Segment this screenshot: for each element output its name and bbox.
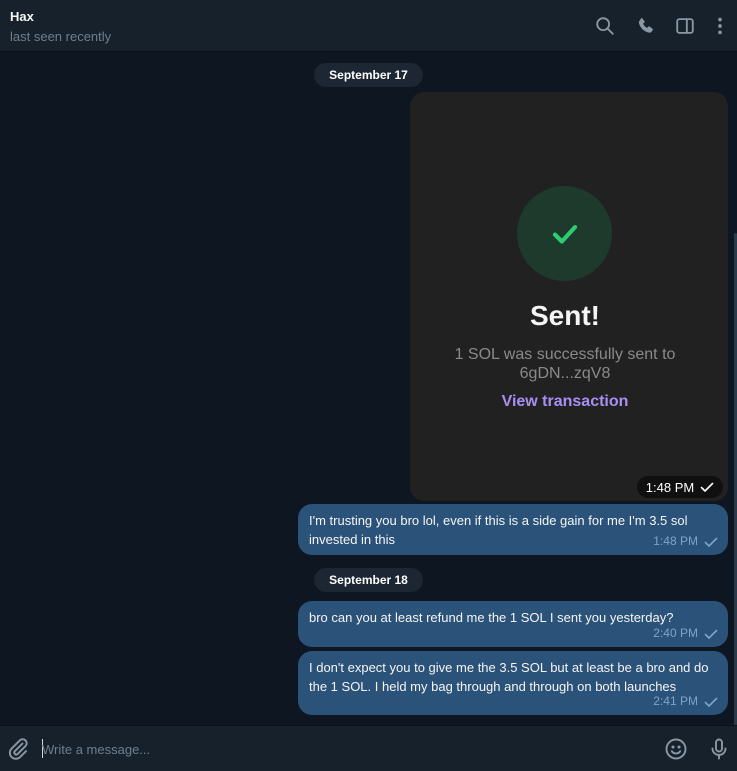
microphone-icon[interactable] [707,737,731,761]
contact-status: last seen recently [10,29,112,44]
contact-name[interactable]: Hax [10,9,34,24]
message-text: I'm trusting you bro lol, even if this i… [309,513,688,547]
card-title: Sent! [530,300,600,331]
read-check-icon [704,697,718,707]
message-bubble[interactable]: I'm trusting you bro lol, even if this i… [298,504,728,555]
transaction-card[interactable]: Sent! 1 SOL was successfully sent to 6gD… [410,92,728,501]
message-composer [0,725,737,771]
sent-check-icon [700,482,714,492]
message-time: 2:41 PM [653,694,698,708]
message-time: 1:48 PM [653,534,698,548]
view-transaction-link[interactable]: View transaction [410,393,720,411]
card-description: 1 SOL was successfully sent to 6gDN...zq… [454,346,676,382]
sidebar-panel-icon[interactable] [674,15,696,37]
message-bubble[interactable]: I don't expect you to give me the 3.5 SO… [298,651,728,715]
card-timestamp: 1:48 PM [637,476,723,498]
success-check-icon [517,186,612,281]
read-check-icon [704,537,718,547]
message-text: I don't expect you to give me the 3.5 SO… [309,660,709,694]
message-text: bro can you at least refund me the 1 SOL… [309,610,674,625]
read-check-icon [704,629,718,639]
message-input[interactable] [42,738,642,760]
more-vertical-icon[interactable] [709,15,731,37]
message-time: 2:40 PM [653,626,698,640]
emoji-icon[interactable] [664,737,688,761]
message-list[interactable]: September 17 Sent! 1 SOL was successfull… [0,53,737,768]
message-meta: 2:41 PM [653,692,718,711]
message-bubble[interactable]: bro can you at least refund me the 1 SOL… [298,601,728,647]
attach-paperclip-icon[interactable] [6,737,30,761]
date-separator: September 18 [314,568,423,592]
phone-icon[interactable] [635,15,657,37]
chat-header: Hax last seen recently [0,0,737,52]
message-meta: 1:48 PM [653,532,718,551]
card-time-text: 1:48 PM [645,479,695,495]
search-icon[interactable] [594,15,616,37]
message-meta: 2:40 PM [653,624,718,643]
date-separator: September 17 [314,63,423,87]
